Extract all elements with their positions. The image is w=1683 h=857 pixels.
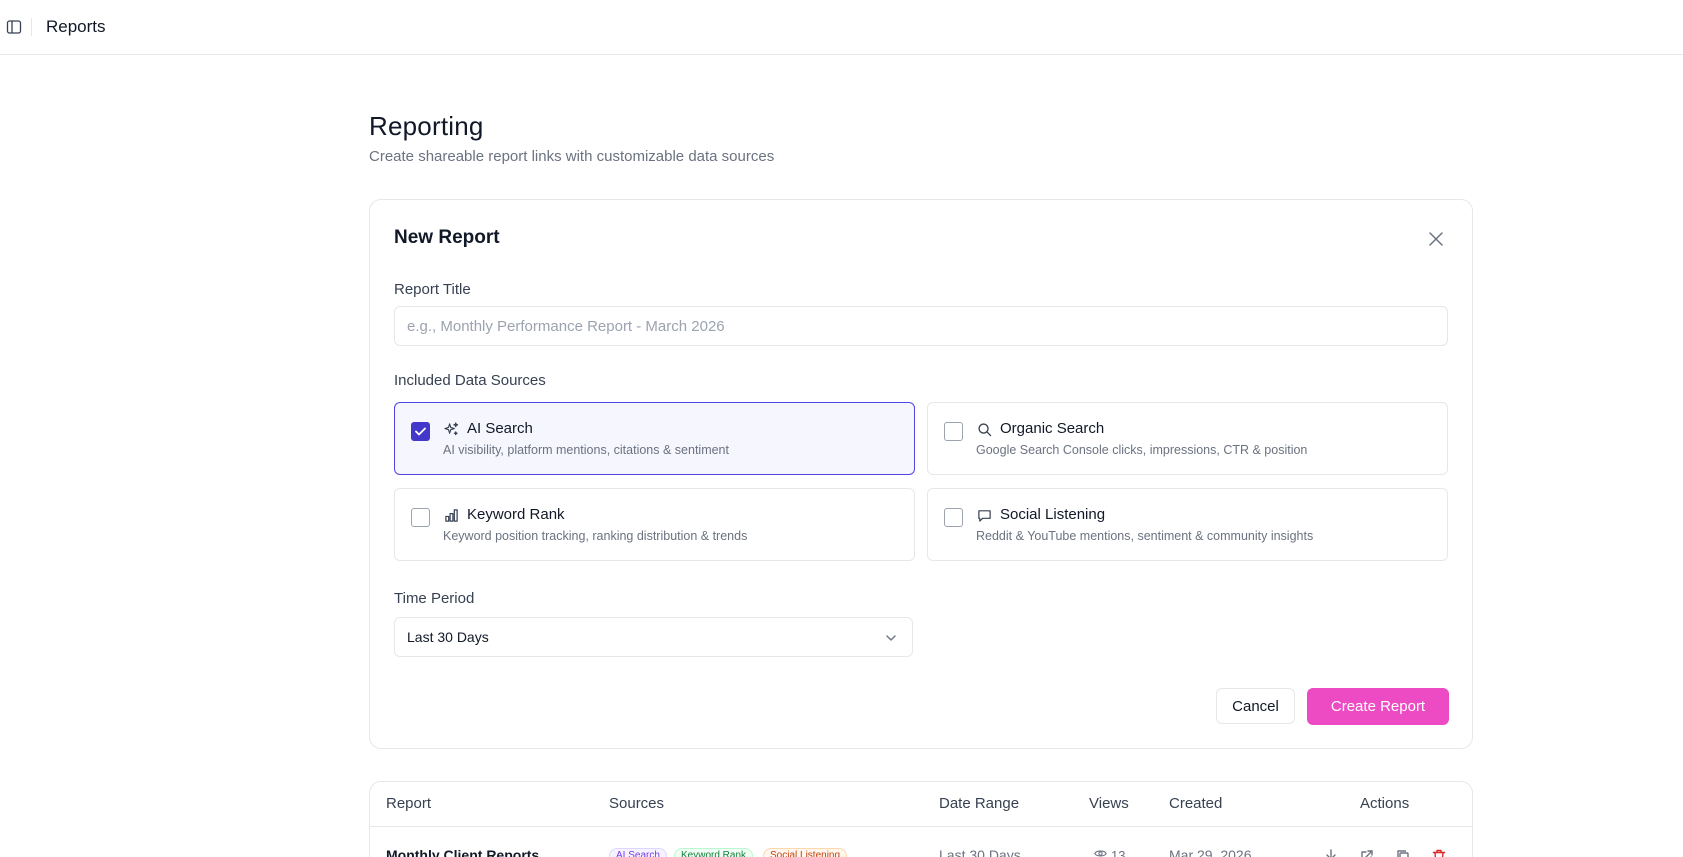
source-description: Google Search Console clicks, impression… <box>976 443 1308 457</box>
eye-icon <box>1094 847 1107 857</box>
source-keyword-rank[interactable]: Keyword Rank Keyword position tracking, … <box>394 488 915 561</box>
download-icon[interactable] <box>1323 848 1339 857</box>
column-header-report: Report <box>386 795 432 812</box>
column-header-sources: Sources <box>609 795 665 812</box>
time-period-label: Time Period <box>394 590 475 607</box>
create-report-button[interactable]: Create Report <box>1307 688 1449 725</box>
source-badge-social-listening: Social Listening <box>763 848 848 857</box>
topbar-title: Reports <box>46 17 106 36</box>
chevron-down-icon <box>884 631 898 645</box>
data-sources-label: Included Data Sources <box>394 372 546 389</box>
search-icon <box>976 421 992 437</box>
source-description: Reddit & YouTube mentions, sentiment & c… <box>976 529 1314 543</box>
reports-table: Report Sources Date Range Views Created … <box>369 781 1473 857</box>
source-name: Social Listening <box>1000 506 1106 523</box>
source-checkbox[interactable] <box>411 508 430 527</box>
bar-chart-icon <box>443 507 459 523</box>
report-title-label: Report Title <box>394 281 471 298</box>
topbar-divider <box>31 18 32 36</box>
time-period-value: Last 30 Days <box>407 629 489 645</box>
source-name: AI Search <box>467 420 533 437</box>
source-checkbox[interactable] <box>944 508 963 527</box>
trash-icon[interactable] <box>1431 848 1447 857</box>
new-report-card: New Report Report Title Included Data So… <box>369 199 1473 749</box>
column-header-actions: Actions <box>1360 795 1410 812</box>
report-name[interactable]: Monthly Client Reports <box>386 847 539 857</box>
date-range-value: Last 30 Days <box>939 847 1021 857</box>
page-subtitle: Create shareable report links with custo… <box>369 148 775 165</box>
column-header-views: Views <box>1089 795 1129 812</box>
views-count: 13 <box>1094 847 1125 857</box>
card-title: New Report <box>394 227 500 248</box>
source-description: Keyword position tracking, ranking distr… <box>443 529 748 543</box>
sidebar-toggle-icon[interactable] <box>4 17 24 37</box>
time-period-select[interactable]: Last 30 Days <box>394 617 913 657</box>
external-link-icon[interactable] <box>1359 848 1375 857</box>
source-organic-search[interactable]: Organic Search Google Search Console cli… <box>927 402 1448 475</box>
page-title: Reporting <box>369 111 484 141</box>
close-icon[interactable] <box>1424 227 1448 251</box>
table-header <box>370 782 1472 827</box>
message-icon <box>976 507 992 523</box>
source-checkbox[interactable] <box>411 422 430 441</box>
copy-icon[interactable] <box>1395 848 1411 857</box>
source-checkbox[interactable] <box>944 422 963 441</box>
views-value: 13 <box>1111 847 1126 857</box>
column-header-date-range: Date Range <box>939 795 1020 812</box>
source-ai-search[interactable]: AI Search AI visibility, platform mentio… <box>394 402 915 475</box>
cancel-button[interactable]: Cancel <box>1216 688 1295 724</box>
source-social-listening[interactable]: Social Listening Reddit & YouTube mentio… <box>927 488 1448 561</box>
sparkles-icon <box>443 421 459 437</box>
created-date: Mar 29, 2026 <box>1169 847 1252 857</box>
source-name: Keyword Rank <box>467 506 565 523</box>
report-title-input[interactable] <box>394 306 1448 346</box>
column-header-created: Created <box>1169 795 1223 812</box>
top-bar: Reports <box>0 0 1683 55</box>
source-description: AI visibility, platform mentions, citati… <box>443 443 729 457</box>
source-badge-keyword-rank: Keyword Rank <box>674 848 754 857</box>
source-name: Organic Search <box>1000 420 1105 437</box>
source-badge-ai-search: AI Search <box>609 848 667 857</box>
